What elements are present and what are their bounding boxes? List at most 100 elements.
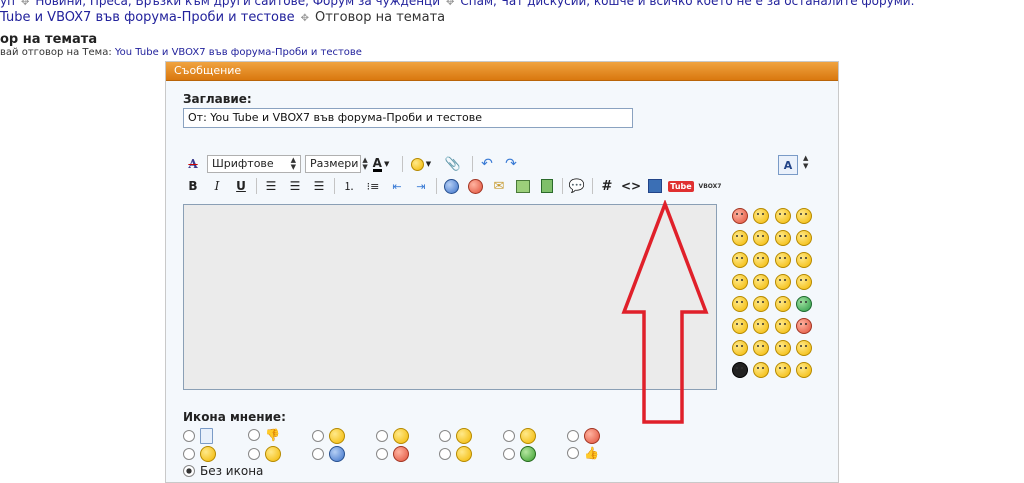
smiley-cool-icon[interactable] bbox=[775, 252, 791, 268]
globe-remove-icon bbox=[467, 178, 483, 194]
post-icon-option[interactable] bbox=[376, 446, 409, 462]
radio-button[interactable] bbox=[312, 448, 324, 460]
radio-button[interactable] bbox=[439, 448, 451, 460]
post-icon-option[interactable] bbox=[376, 428, 409, 444]
align-center-icon[interactable]: ☰ bbox=[285, 176, 305, 196]
title-input[interactable]: От: You Tube и VBOX7 във форума-Проби и … bbox=[183, 108, 633, 128]
switch-editor-mode-icon[interactable]: A bbox=[778, 155, 798, 175]
smiley-lol-icon[interactable] bbox=[753, 362, 769, 378]
smiley-eek-icon[interactable] bbox=[753, 340, 769, 356]
insert-link-icon[interactable] bbox=[441, 176, 461, 196]
attachment-menu-icon[interactable]: 📎 bbox=[439, 154, 467, 174]
smiley-sick-icon[interactable] bbox=[796, 296, 812, 312]
smiley-happy-icon[interactable] bbox=[732, 230, 748, 246]
hash-button[interactable]: # bbox=[597, 176, 617, 196]
radio-button[interactable] bbox=[439, 430, 451, 442]
post-icon-option[interactable] bbox=[503, 428, 536, 444]
underline-button[interactable]: U bbox=[231, 176, 251, 196]
radio-button[interactable] bbox=[183, 448, 195, 460]
smiley-devil-icon[interactable] bbox=[753, 230, 769, 246]
remove-link-icon[interactable] bbox=[465, 176, 485, 196]
post-icon-option[interactable] bbox=[183, 446, 216, 462]
breadcrumb-link-news[interactable]: Новини, Преса, Връзки към други сайтове,… bbox=[35, 0, 440, 8]
font-select[interactable]: Шрифтове ▲ ▼ bbox=[207, 155, 301, 173]
radio-button[interactable] bbox=[376, 448, 388, 460]
smiley-rolleyes-icon[interactable] bbox=[775, 296, 791, 312]
smiley-tongue-icon[interactable] bbox=[753, 252, 769, 268]
php-icon[interactable] bbox=[645, 176, 665, 196]
post-icon-option[interactable] bbox=[567, 428, 600, 444]
text-color-icon[interactable]: A ▼ bbox=[365, 154, 397, 174]
ordered-list-icon[interactable]: ⒈ bbox=[339, 176, 359, 196]
smiley-grin-icon[interactable] bbox=[775, 208, 791, 224]
redo-icon[interactable]: ↷ bbox=[501, 154, 521, 174]
smiley-wink-icon[interactable] bbox=[753, 208, 769, 224]
undo-icon[interactable]: ↶ bbox=[477, 154, 497, 174]
smiley-thinking-icon[interactable] bbox=[796, 340, 812, 356]
post-icon-option[interactable]: 👍 bbox=[567, 446, 599, 460]
radio-button[interactable] bbox=[503, 430, 515, 442]
post-icon-option[interactable] bbox=[312, 428, 345, 444]
youtube-button[interactable]: Tube bbox=[668, 176, 694, 196]
smiley-mad-icon[interactable] bbox=[732, 208, 748, 224]
radio-button[interactable] bbox=[248, 448, 260, 460]
smiley-surprised-icon[interactable] bbox=[775, 318, 791, 334]
smiley-biggrin-icon[interactable] bbox=[732, 274, 748, 290]
post-icon-none-option[interactable]: Без икона bbox=[183, 464, 263, 478]
resize-editor-icon[interactable]: ▲ ▼ bbox=[803, 154, 808, 170]
radio-button[interactable] bbox=[248, 429, 260, 441]
insert-video-icon[interactable] bbox=[537, 176, 557, 196]
breadcrumb-link-spam[interactable]: Спам, Чат дискусии, кошче и всичко което… bbox=[460, 0, 914, 8]
page-subtitle-thread-link[interactable]: You Tube и VBOX7 във форума-Проби и тест… bbox=[115, 47, 362, 58]
bold-button[interactable]: B bbox=[183, 176, 203, 196]
radio-button[interactable] bbox=[567, 447, 579, 459]
smiley-sad-icon[interactable] bbox=[732, 296, 748, 312]
post-icon-option[interactable] bbox=[439, 446, 472, 462]
post-icon-option[interactable] bbox=[439, 428, 472, 444]
insert-email-icon[interactable]: ✉ bbox=[489, 176, 509, 196]
vbox7-button[interactable]: VBOX7 bbox=[697, 176, 723, 196]
unordered-list-icon[interactable]: ⁝≡ bbox=[363, 176, 383, 196]
code-button[interactable]: <> bbox=[621, 176, 641, 196]
post-icon-option[interactable] bbox=[312, 446, 345, 462]
insert-image-icon[interactable] bbox=[513, 176, 533, 196]
smiley-shy-icon[interactable] bbox=[796, 230, 812, 246]
italic-button[interactable]: I bbox=[207, 176, 227, 196]
smiley-smirk-icon[interactable] bbox=[796, 274, 812, 290]
smiley-shock-icon[interactable] bbox=[732, 340, 748, 356]
radio-button[interactable] bbox=[312, 430, 324, 442]
no-icon-label: Без икона bbox=[200, 464, 264, 478]
smiley-angry-icon[interactable] bbox=[796, 318, 812, 334]
post-icon-option[interactable] bbox=[248, 446, 281, 462]
breadcrumb-link-thread[interactable]: Tube и VBOX7 във форума-Проби и тестове bbox=[0, 10, 295, 25]
radio-button-selected[interactable] bbox=[183, 465, 195, 477]
smiley-arrow-icon[interactable] bbox=[732, 362, 748, 378]
post-icon-option[interactable] bbox=[503, 446, 536, 462]
radio-button[interactable] bbox=[567, 430, 579, 442]
align-left-icon[interactable]: ☰ bbox=[261, 176, 281, 196]
quote-icon[interactable]: 💬 bbox=[567, 176, 587, 196]
post-icon-option[interactable]: 👎 bbox=[248, 428, 280, 442]
smiley-neutral-icon[interactable] bbox=[732, 318, 748, 334]
remove-format-icon[interactable]: A bbox=[183, 154, 203, 174]
size-select[interactable]: Размери ▲ ▼ bbox=[305, 155, 368, 173]
smiley-smile-icon[interactable] bbox=[796, 252, 812, 268]
outdent-icon[interactable]: ⇤ bbox=[387, 176, 407, 196]
smiley-idea-icon[interactable] bbox=[753, 296, 769, 312]
smiley-exclaim-icon[interactable] bbox=[775, 274, 791, 290]
smiley-laugh-icon[interactable] bbox=[796, 208, 812, 224]
smiley-nerd-icon[interactable] bbox=[796, 362, 812, 378]
smiley-cry-icon[interactable] bbox=[775, 340, 791, 356]
indent-icon[interactable]: ⇥ bbox=[411, 176, 431, 196]
smiley-evil-icon[interactable] bbox=[753, 274, 769, 290]
smiley-blush-icon[interactable] bbox=[775, 230, 791, 246]
radio-button[interactable] bbox=[503, 448, 515, 460]
smiley-confused-icon[interactable] bbox=[732, 252, 748, 268]
smilies-menu-icon[interactable]: ▼ bbox=[407, 154, 435, 174]
align-right-icon[interactable]: ☰ bbox=[309, 176, 329, 196]
smiley-question-icon[interactable] bbox=[753, 318, 769, 334]
post-icon-option[interactable] bbox=[183, 428, 213, 444]
smiley-razz-icon[interactable] bbox=[775, 362, 791, 378]
radio-button[interactable] bbox=[376, 430, 388, 442]
radio-button[interactable] bbox=[183, 430, 195, 442]
